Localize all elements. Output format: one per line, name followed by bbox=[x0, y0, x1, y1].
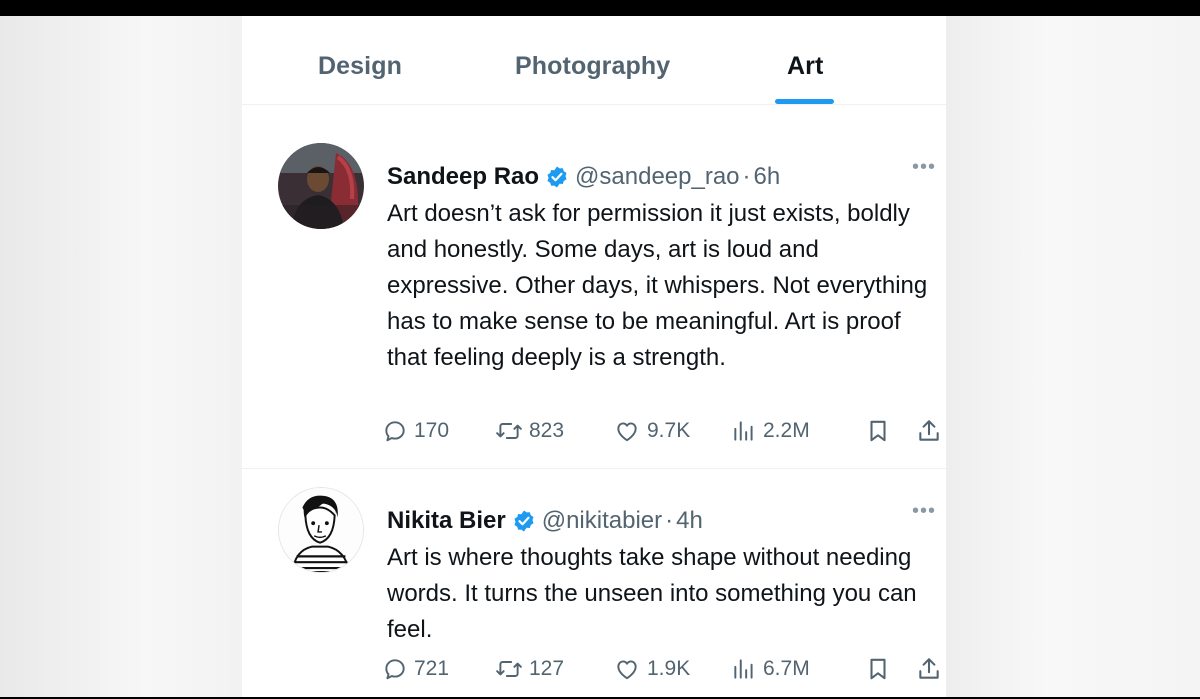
tweet-divider bbox=[242, 468, 946, 469]
tab-photography[interactable]: Photography bbox=[515, 52, 670, 81]
repost-icon bbox=[496, 661, 522, 677]
photo-avatar-icon bbox=[278, 143, 364, 229]
more-icon[interactable]: ••• bbox=[912, 500, 936, 523]
share-button[interactable] bbox=[916, 656, 942, 682]
views-icon bbox=[734, 421, 753, 441]
reply-icon bbox=[385, 659, 405, 680]
repost-count: 127 bbox=[529, 657, 565, 680]
separator: · bbox=[742, 163, 751, 190]
share-icon bbox=[919, 420, 939, 441]
tweet-text: Art is where thoughts take shape without… bbox=[387, 544, 917, 643]
active-tab-indicator bbox=[775, 99, 834, 104]
author-name[interactable]: Sandeep Rao bbox=[387, 163, 539, 191]
feed-panel: Design Photography Art Sandeep Rao @sand… bbox=[242, 16, 946, 697]
like-icon bbox=[617, 422, 637, 442]
reply-button[interactable]: 721 bbox=[382, 656, 449, 682]
tweet-time[interactable]: 4h bbox=[676, 507, 703, 535]
share-icon bbox=[919, 658, 939, 679]
tab-art[interactable]: Art bbox=[787, 52, 823, 81]
like-button[interactable]: 1.9K bbox=[613, 656, 690, 682]
like-count: 1.9K bbox=[647, 657, 691, 680]
more-icon[interactable]: ••• bbox=[912, 156, 936, 179]
view-count: 6.7M bbox=[763, 657, 810, 680]
bookmark-icon bbox=[870, 658, 886, 680]
avatar[interactable] bbox=[278, 487, 364, 573]
bookmark-button[interactable] bbox=[865, 656, 891, 682]
repost-button[interactable]: 127 bbox=[495, 656, 564, 682]
reply-icon bbox=[385, 421, 405, 442]
reply-count: 721 bbox=[414, 657, 450, 680]
sketch-avatar-icon bbox=[279, 488, 363, 572]
author-handle[interactable]: @sandeep_rao bbox=[575, 163, 739, 191]
repost-button[interactable]: 823 bbox=[495, 418, 564, 444]
avatar[interactable] bbox=[278, 143, 364, 229]
author-name[interactable]: Nikita Bier bbox=[387, 507, 506, 535]
like-button[interactable]: 9.7K bbox=[613, 418, 690, 444]
view-count: 2.2M bbox=[763, 419, 810, 442]
repost-count: 823 bbox=[529, 419, 565, 442]
tweet-actions: 170 823 9.7K 2.2M bbox=[382, 418, 946, 448]
views-icon bbox=[734, 659, 753, 679]
tab-design[interactable]: Design bbox=[318, 52, 402, 81]
reply-count: 170 bbox=[414, 419, 450, 442]
reply-button[interactable]: 170 bbox=[382, 418, 449, 444]
bookmark-icon bbox=[870, 420, 886, 442]
author-handle[interactable]: @nikitabier bbox=[542, 507, 662, 535]
repost-icon bbox=[496, 423, 522, 439]
separator: · bbox=[665, 507, 674, 534]
verified-badge-icon bbox=[514, 510, 534, 532]
views-button[interactable]: 2.2M bbox=[731, 418, 810, 444]
share-button[interactable] bbox=[916, 418, 942, 444]
like-icon bbox=[617, 660, 637, 680]
tweet-time[interactable]: 6h bbox=[754, 163, 781, 191]
tweet-actions: 721 127 1.9K 6.7M bbox=[382, 656, 946, 686]
bookmark-button[interactable] bbox=[865, 418, 891, 444]
tweet-text: Art doesn’t ask for permission it just e… bbox=[387, 200, 928, 371]
tab-bar: Design Photography Art bbox=[242, 16, 946, 105]
views-button[interactable]: 6.7M bbox=[731, 656, 810, 682]
verified-badge-icon bbox=[547, 166, 567, 188]
like-count: 9.7K bbox=[647, 419, 691, 442]
